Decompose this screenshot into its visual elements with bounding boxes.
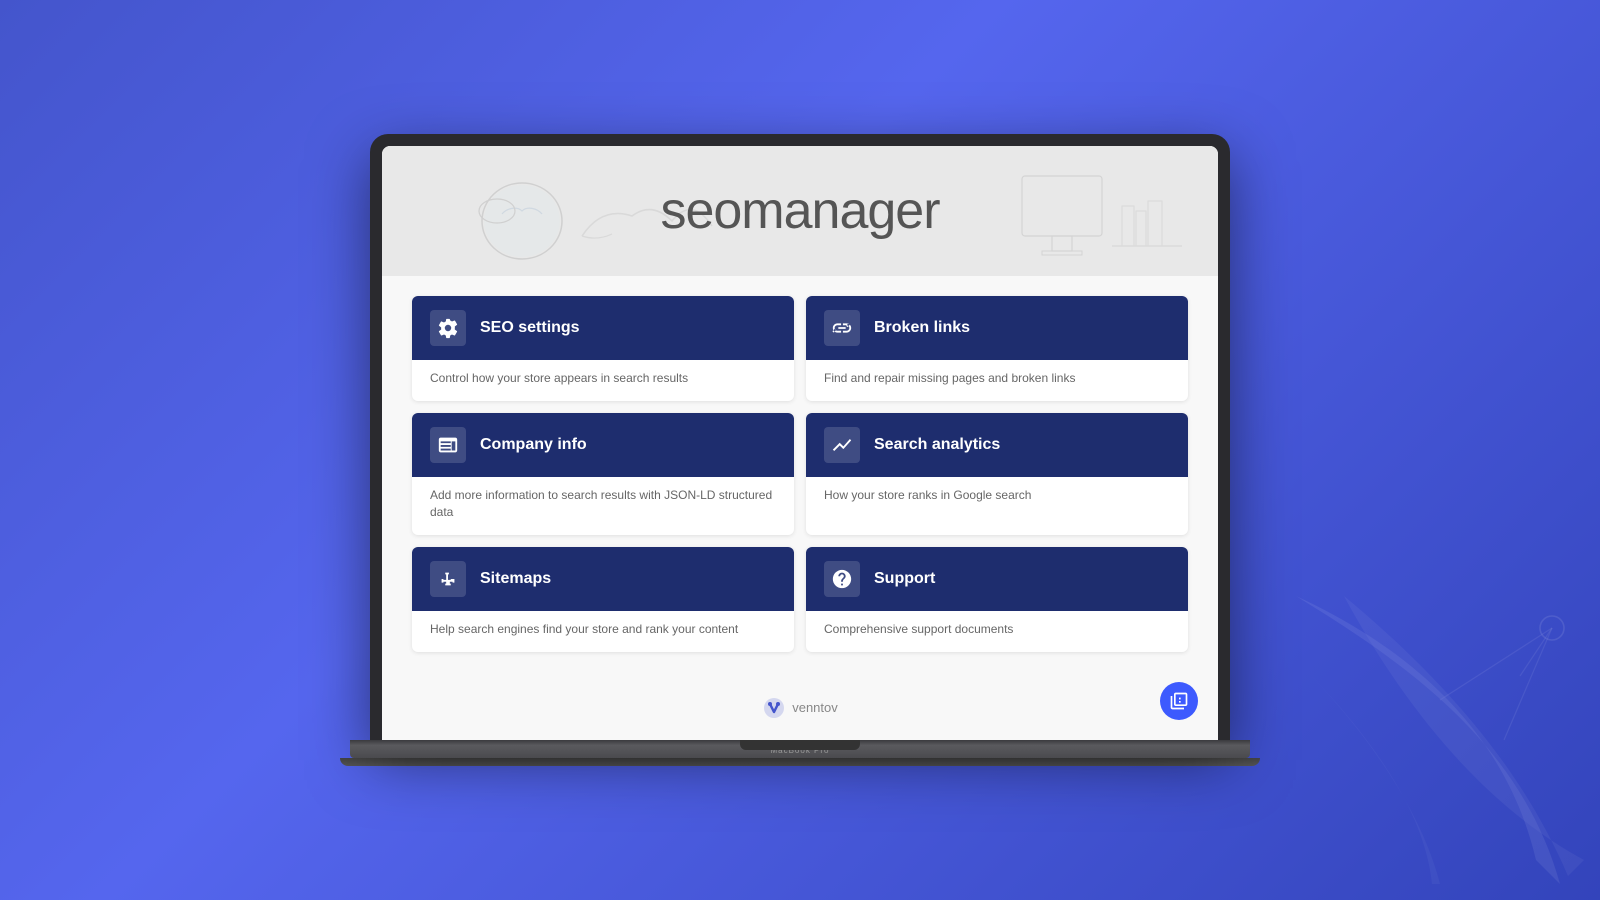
menu-grid: SEO settings Control how your store appe… — [412, 296, 1188, 651]
sitemaps-title: Sitemaps — [480, 570, 551, 588]
menu-card-seo-settings[interactable]: SEO settings Control how your store appe… — [412, 296, 794, 401]
screen-content: SEO settings Control how your store appe… — [382, 276, 1218, 681]
laptop-feet — [340, 758, 1260, 766]
support-desc: Comprehensive support documents — [806, 611, 1188, 652]
company-info-desc: Add more information to search results w… — [412, 477, 794, 535]
laptop-notch — [740, 740, 860, 750]
menu-card-support[interactable]: Support Comprehensive support documents — [806, 547, 1188, 652]
screen-header: seomanager — [382, 146, 1218, 276]
venntov-logo-icon — [762, 696, 786, 720]
menu-card-search-analytics[interactable]: Search analytics How your store ranks in… — [806, 413, 1188, 535]
seo-settings-title: SEO settings — [480, 319, 580, 337]
app-title: seomanager — [660, 181, 939, 241]
menu-card-company-info[interactable]: Company info Add more information to sea… — [412, 413, 794, 535]
laptop-screen-bezel: seomanager SEO settings Control how yo — [370, 134, 1230, 739]
laptop-screen: seomanager SEO settings Control how yo — [382, 146, 1218, 739]
analytics-icon — [824, 427, 860, 463]
sitemap-icon — [430, 561, 466, 597]
venntov-logo: venntov — [762, 696, 838, 720]
menu-card-sitemaps[interactable]: Sitemaps Help search engines find your s… — [412, 547, 794, 652]
support-title: Support — [874, 570, 935, 588]
menu-card-seo-settings-header: SEO settings — [412, 296, 794, 360]
broken-link-icon — [824, 310, 860, 346]
company-info-title: Company info — [480, 436, 587, 454]
screen-footer: venntov — [382, 682, 1218, 740]
menu-card-search-analytics-header: Search analytics — [806, 413, 1188, 477]
help-icon — [1169, 691, 1189, 711]
menu-card-broken-links[interactable]: Broken links Find and repair missing pag… — [806, 296, 1188, 401]
seo-settings-desc: Control how your store appears in search… — [412, 360, 794, 401]
menu-card-company-info-header: Company info — [412, 413, 794, 477]
laptop-container: seomanager SEO settings Control how yo — [350, 134, 1250, 765]
laptop-base: MacBook Pro — [350, 740, 1250, 758]
search-analytics-title: Search analytics — [874, 436, 1000, 454]
help-button[interactable] — [1160, 682, 1198, 720]
background-leaf-decoration — [1280, 580, 1600, 900]
menu-card-sitemaps-header: Sitemaps — [412, 547, 794, 611]
company-icon — [430, 427, 466, 463]
broken-links-title: Broken links — [874, 319, 970, 337]
app-title-text: seomanager — [660, 182, 939, 240]
search-analytics-desc: How your store ranks in Google search — [806, 477, 1188, 518]
support-icon — [824, 561, 860, 597]
sitemaps-desc: Help search engines find your store and … — [412, 611, 794, 652]
gear-icon — [430, 310, 466, 346]
venntov-text: venntov — [792, 700, 838, 715]
broken-links-desc: Find and repair missing pages and broken… — [806, 360, 1188, 401]
menu-card-support-header: Support — [806, 547, 1188, 611]
menu-card-broken-links-header: Broken links — [806, 296, 1188, 360]
